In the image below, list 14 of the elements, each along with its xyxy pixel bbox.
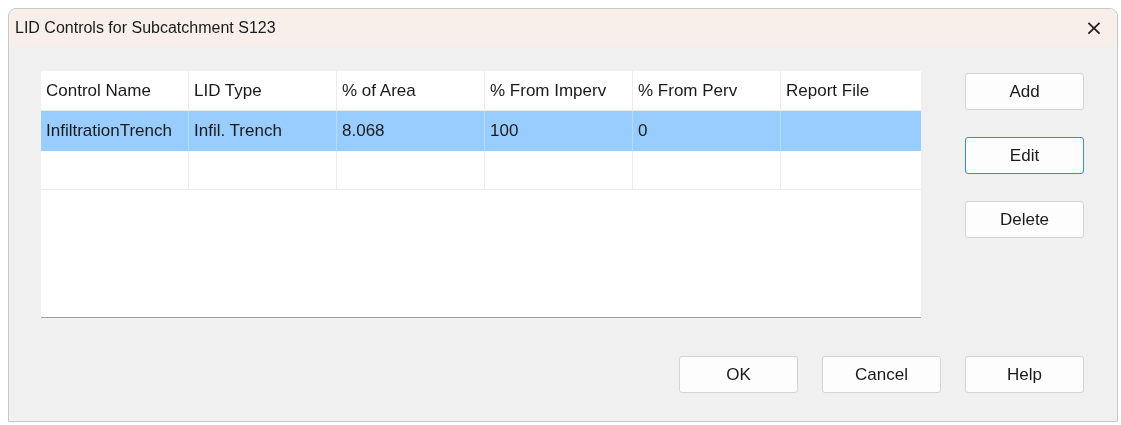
- table-cell: 100: [490, 120, 519, 141]
- dialog-button[interactable]: Cancel: [822, 356, 941, 393]
- window-title: LID Controls for Subcatchment S123: [15, 18, 276, 37]
- dialog-button[interactable]: Help: [965, 356, 1084, 393]
- dialog-button[interactable]: Add: [965, 73, 1084, 110]
- close-button[interactable]: ×: [1071, 9, 1117, 46]
- table-cell: 8.068: [342, 120, 385, 141]
- dialog-button[interactable]: OK: [679, 356, 798, 393]
- table-cell: InfiltrationTrench: [46, 120, 172, 141]
- table-cell: Infil. Trench: [194, 120, 282, 141]
- dialog-button[interactable]: Edit: [965, 137, 1084, 174]
- table-row[interactable]: InfiltrationTrench Infil. Trench 8.068 100 0: [41, 111, 921, 151]
- dialog-button[interactable]: Delete: [965, 201, 1084, 238]
- table-cell: 0: [638, 120, 648, 141]
